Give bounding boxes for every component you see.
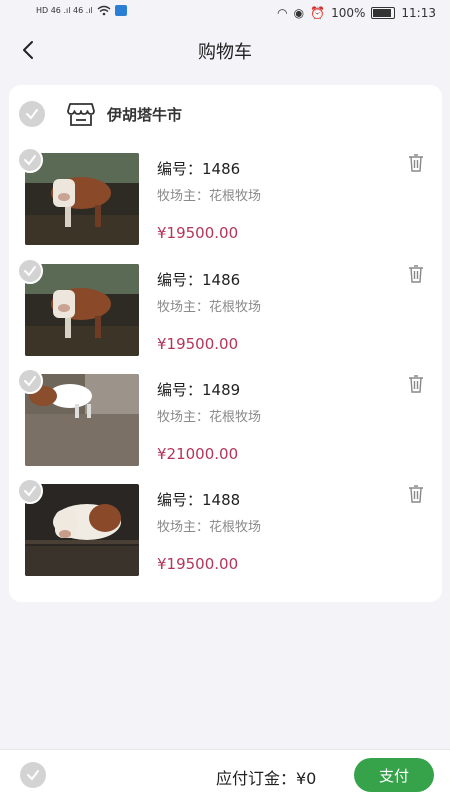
status-bar: HD 46 .ıl 46 .ıl ◠ ◉ ⏰ 100% 11:13 (0, 0, 450, 28)
checkmark-icon (24, 486, 36, 497)
cart-item[interactable]: 编号：1489 牧场主：花根牧场 ¥21000.00 (9, 368, 442, 484)
checkmark-icon (24, 376, 36, 387)
item-owner: 牧场主：花根牧场 (157, 189, 262, 204)
item-select-checkbox[interactable] (17, 478, 43, 504)
cart-card: 伊胡塔牛市 编号：1486 牧场主：花根牧场 ¥19500.00 编号：1486… (9, 85, 442, 602)
alarm-icon: ⏰ (310, 6, 326, 20)
checkmark-icon (27, 770, 39, 781)
app-badge-icon (114, 5, 127, 16)
item-code: 编号：1486 (157, 160, 241, 178)
cow-photo[interactable] (25, 484, 139, 576)
item-select-checkbox[interactable] (17, 368, 43, 394)
item-owner: 牧场主：花根牧场 (157, 520, 262, 535)
trash-icon[interactable] (406, 484, 426, 504)
status-right: ◠ ◉ ⏰ 100% 11:13 (277, 6, 436, 20)
store-icon (67, 103, 95, 126)
nav-header: 购物车 (0, 28, 450, 72)
clock-time: 11:13 (401, 6, 436, 20)
battery-icon (371, 7, 396, 19)
checkout-bar: 应付订金：¥0 支付 (0, 749, 450, 801)
trash-icon[interactable] (406, 264, 426, 284)
item-price: ¥19500.00 (157, 555, 239, 573)
cow-photo[interactable] (25, 153, 139, 245)
headphones-icon: ◠ (277, 6, 288, 20)
shop-name: 伊胡塔牛市 (107, 106, 183, 124)
checkmark-icon (26, 109, 38, 120)
cart-item[interactable]: 编号：1488 牧场主：花根牧场 ¥19500.00 (9, 478, 442, 594)
item-select-checkbox[interactable] (17, 258, 43, 284)
checkmark-icon (24, 155, 36, 166)
item-code: 编号：1486 (157, 271, 241, 289)
select-all-checkbox[interactable] (20, 762, 46, 788)
signal-indicators: HD 46 .ıl 46 .ıl (36, 5, 127, 16)
battery-percent: 100% (331, 6, 366, 20)
network-status-text: HD 46 .ıl 46 .ıl (36, 6, 93, 15)
item-price: ¥19500.00 (157, 335, 239, 353)
item-owner: 牧场主：花根牧场 (157, 410, 262, 425)
cart-item[interactable]: 编号：1486 牧场主：花根牧场 ¥19500.00 (9, 147, 442, 263)
cow-photo[interactable] (25, 264, 139, 356)
shop-header: 伊胡塔牛市 (9, 85, 442, 143)
eye-icon: ◉ (293, 6, 305, 20)
item-select-checkbox[interactable] (17, 147, 43, 173)
wifi-icon (97, 5, 111, 16)
trash-icon[interactable] (406, 153, 426, 173)
pay-button[interactable]: 支付 (354, 758, 434, 792)
item-code: 编号：1488 (157, 491, 241, 509)
page-title: 购物车 (198, 42, 252, 63)
item-price: ¥21000.00 (157, 445, 239, 463)
cart-item[interactable]: 编号：1486 牧场主：花根牧场 ¥19500.00 (9, 258, 442, 374)
trash-icon[interactable] (406, 374, 426, 394)
checkmark-icon (24, 266, 36, 277)
deposit-total: 应付订金：¥0 (216, 769, 317, 788)
item-price: ¥19500.00 (157, 224, 239, 242)
shop-select-checkbox[interactable] (19, 101, 45, 127)
cow-photo[interactable] (25, 374, 139, 466)
item-code: 编号：1489 (157, 381, 241, 399)
item-owner: 牧场主：花根牧场 (157, 300, 262, 315)
